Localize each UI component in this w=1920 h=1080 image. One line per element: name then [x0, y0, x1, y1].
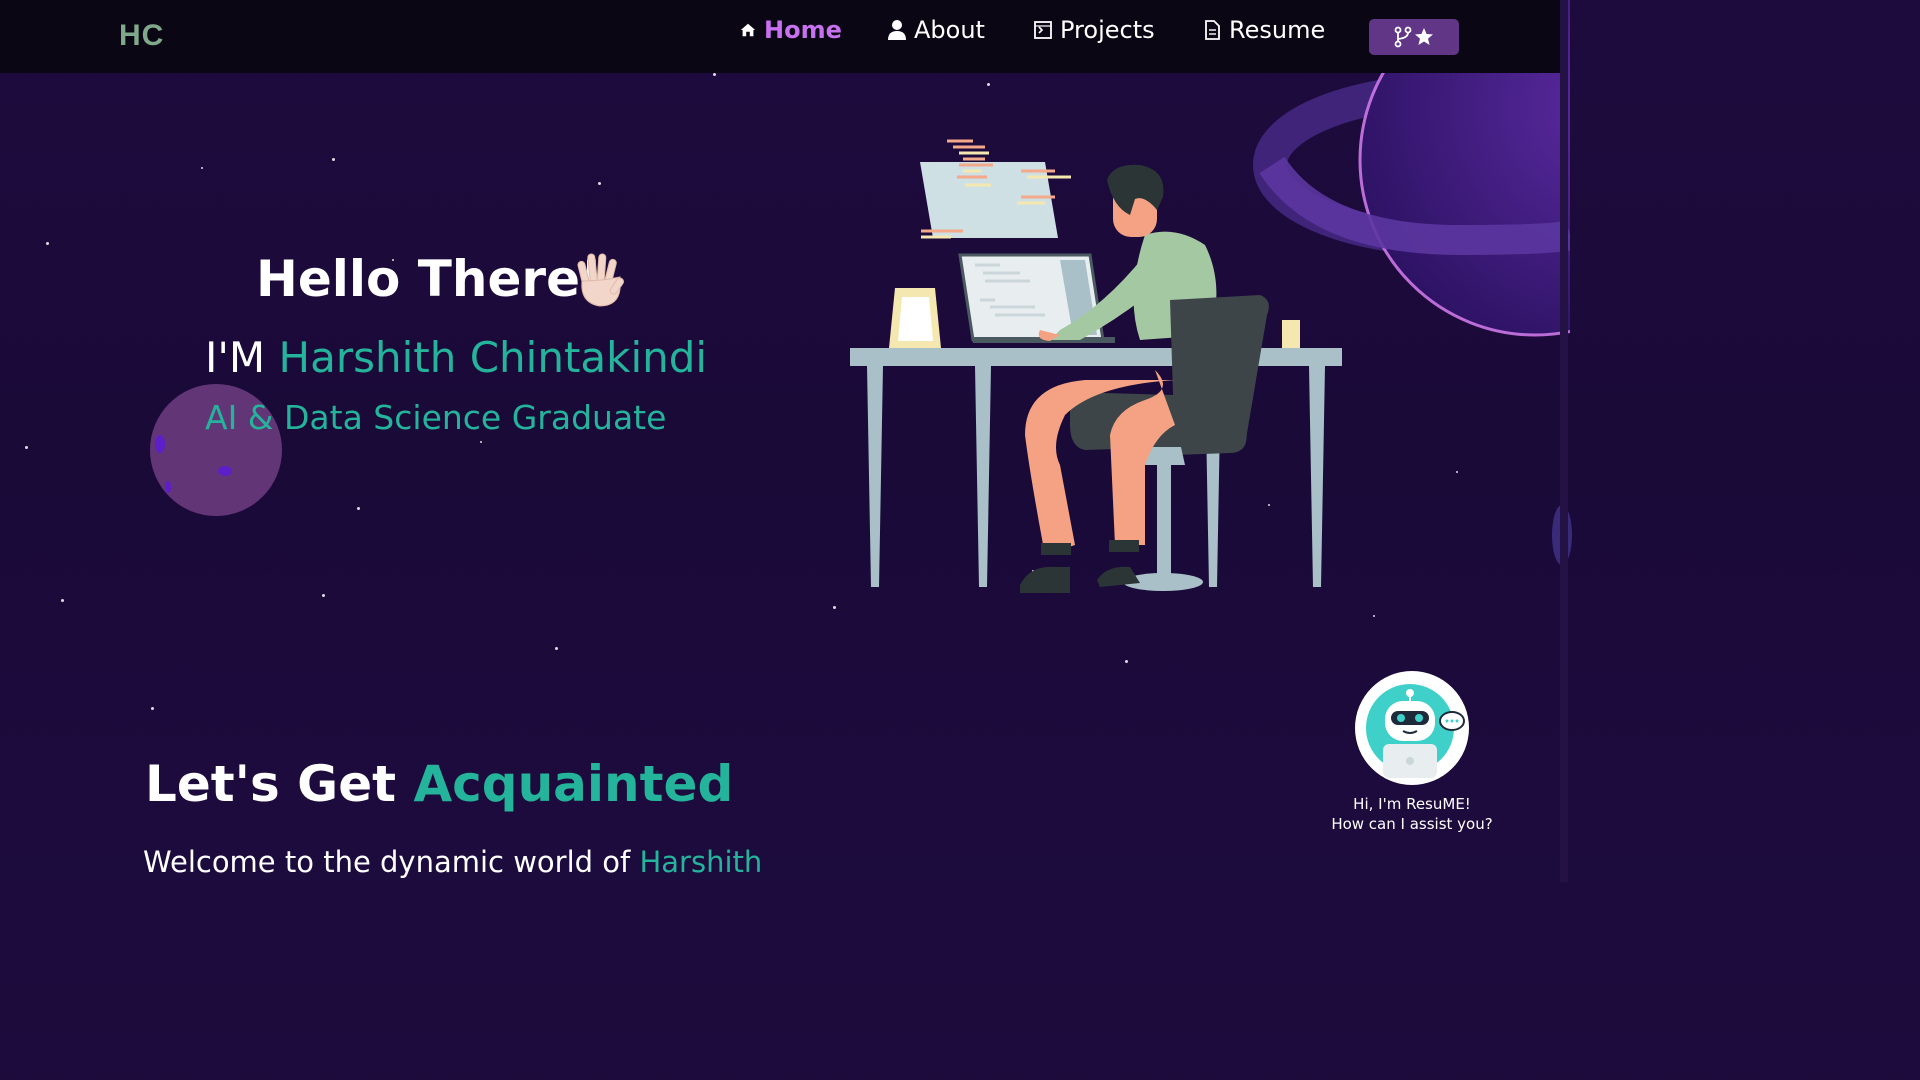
- hero-name: Harshith Chintakindi: [278, 333, 708, 382]
- projects-icon: [1034, 21, 1052, 39]
- nav-projects[interactable]: Projects: [1033, 16, 1155, 44]
- site-logo[interactable]: HC: [119, 19, 164, 53]
- nav-resume[interactable]: Resume: [1202, 16, 1325, 44]
- document-icon: [1205, 20, 1220, 40]
- hero-greeting: Hello There!: [256, 250, 603, 308]
- developer-at-desk-illustration: [850, 139, 1342, 593]
- home-icon: [740, 23, 756, 37]
- chatbot-avatar-button[interactable]: [1355, 671, 1469, 785]
- fork-icon: [1394, 26, 1412, 48]
- star-icon: [1415, 28, 1433, 45]
- waving-hand-icon: [577, 253, 624, 307]
- chatbot-greeting: Hi, I'm ResuME! How can I assist you?: [1312, 794, 1512, 834]
- nav-projects-label: Projects: [1060, 16, 1155, 44]
- github-fork-star-button[interactable]: [1369, 19, 1459, 55]
- nav-home[interactable]: Home: [739, 16, 842, 44]
- about-welcome-text: Welcome to the dynamic world of Harshith: [143, 845, 762, 879]
- chatbot-line-2: How can I assist you?: [1331, 815, 1493, 833]
- about-title-prefix: Let's Get: [145, 755, 397, 813]
- scrollbar[interactable]: [1560, 0, 1568, 882]
- about-welcome-prefix: Welcome to the dynamic world of: [143, 845, 631, 879]
- nav-home-label: Home: [764, 16, 842, 44]
- robot-icon: [1366, 684, 1465, 778]
- chatbot-line-1: Hi, I'm ResuME!: [1353, 795, 1471, 813]
- nav-about-label: About: [914, 16, 985, 44]
- nav-resume-label: Resume: [1229, 16, 1326, 44]
- about-title-highlight: Acquainted: [413, 755, 734, 813]
- hero-intro-prefix: I'M: [205, 333, 266, 382]
- navbar: HC Home About Projects Resume: [0, 0, 1560, 73]
- about-welcome-highlight: Harshith: [639, 845, 763, 879]
- hero-intro: I'M Harshith Chintakindi: [205, 333, 707, 382]
- about-title: Let's Get Acquainted: [145, 755, 733, 813]
- user-icon: [888, 20, 906, 40]
- hero-role: AI & Data Science Graduate: [205, 398, 667, 437]
- nav-about[interactable]: About: [887, 16, 985, 44]
